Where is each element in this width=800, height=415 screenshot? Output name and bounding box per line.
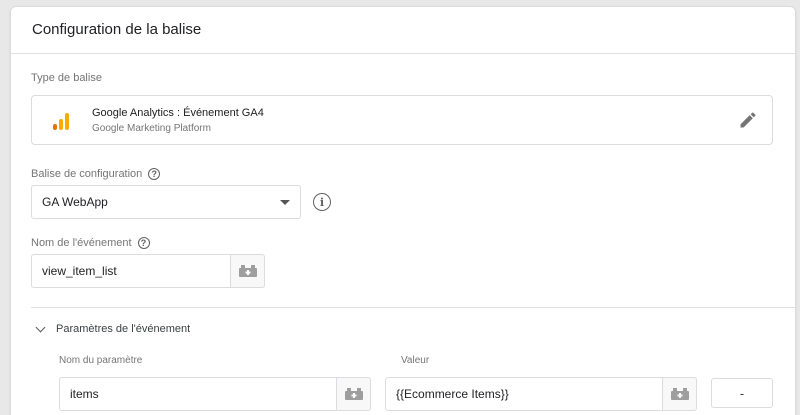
event-name-label: Nom de l'événement ? (31, 237, 150, 249)
info-icon[interactable]: i (313, 193, 331, 211)
tag-type-selector[interactable]: Google Analytics : Événement GA4 Google … (31, 95, 773, 145)
dropdown-arrow-icon (280, 200, 290, 205)
event-name-value: view_item_list (42, 264, 117, 278)
param-value-column-label: Valeur (401, 355, 430, 366)
chevron-down-icon (35, 322, 46, 332)
param-name-value: items (70, 387, 99, 401)
tag-type-provider: Google Marketing Platform (92, 123, 211, 134)
param-name-input[interactable]: items (59, 377, 337, 411)
variable-picker-icon (344, 388, 363, 400)
event-name-input[interactable]: view_item_list (31, 254, 231, 288)
tag-type-label-text: Type de balise (31, 72, 102, 84)
event-params-section-toggle[interactable]: Paramètres de l'événement (35, 322, 191, 335)
variable-picker-button[interactable] (663, 377, 697, 411)
divider (11, 53, 795, 54)
help-circle-icon[interactable]: ? (137, 237, 150, 249)
param-value-value: {{Ecommerce Items}} (396, 387, 509, 401)
pencil-icon[interactable] (738, 110, 758, 130)
param-name-column-label: Nom du paramètre (59, 355, 143, 366)
config-tag-label: Balise de configuration ? (31, 168, 161, 180)
config-tag-label-text: Balise de configuration (31, 168, 143, 180)
tag-configuration-card: Configuration de la balise Type de balis… (10, 6, 796, 415)
tag-type-name: Google Analytics : Événement GA4 (92, 107, 264, 119)
variable-picker-icon (238, 265, 257, 277)
card-title: Configuration de la balise (32, 21, 202, 38)
divider (31, 307, 795, 308)
google-analytics-logo-icon (52, 112, 70, 130)
event-name-label-text: Nom de l'événement (31, 237, 132, 249)
variable-picker-icon (670, 388, 689, 400)
tag-type-label: Type de balise (31, 72, 102, 84)
config-tag-select[interactable]: GA WebApp (31, 185, 301, 219)
help-circle-icon[interactable]: ? (148, 168, 161, 180)
config-tag-value: GA WebApp (42, 195, 108, 209)
event-params-title: Paramètres de l'événement (56, 323, 191, 335)
variable-picker-button[interactable] (231, 254, 265, 288)
param-value-input[interactable]: {{Ecommerce Items}} (385, 377, 663, 411)
variable-picker-button[interactable] (337, 377, 371, 411)
remove-param-button[interactable]: - (711, 378, 773, 408)
